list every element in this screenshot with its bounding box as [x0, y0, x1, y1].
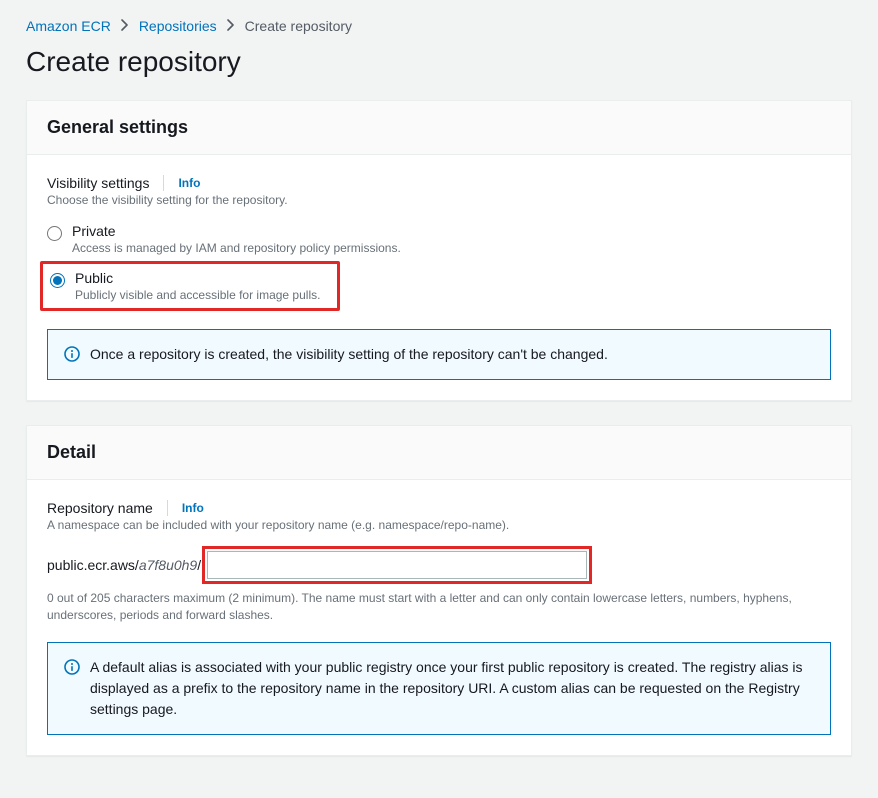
visibility-private-option[interactable]: Private Access is managed by IAM and rep… — [47, 217, 831, 261]
visibility-public-highlight: Public Publicly visible and accessible f… — [40, 261, 340, 311]
breadcrumb: Amazon ECR Repositories Create repositor… — [26, 18, 852, 34]
repo-prefix: public.ecr.aws/ — [47, 557, 139, 573]
repo-name-desc: A namespace can be included with your re… — [47, 518, 831, 532]
visibility-desc: Choose the visibility setting for the re… — [47, 193, 831, 207]
visibility-public-radio[interactable] — [50, 273, 65, 288]
info-icon — [64, 659, 80, 675]
visibility-private-label: Private — [72, 223, 116, 239]
detail-heading: Detail — [47, 442, 831, 463]
detail-alert-text: A default alias is associated with your … — [90, 657, 814, 720]
repo-name-input[interactable] — [207, 551, 587, 579]
visibility-alert: Once a repository is created, the visibi… — [47, 329, 831, 380]
repo-alias: a7f8u0h9 — [139, 557, 197, 573]
general-settings-heading: General settings — [47, 117, 831, 138]
visibility-public-label: Public — [75, 270, 113, 286]
visibility-private-desc: Access is managed by IAM and repository … — [72, 241, 401, 255]
visibility-public-option[interactable]: Public Publicly visible and accessible f… — [47, 266, 333, 306]
general-settings-panel: General settings Visibility settings Inf… — [26, 100, 852, 401]
page-title: Create repository — [26, 46, 852, 78]
breadcrumb-repositories[interactable]: Repositories — [139, 18, 217, 34]
divider — [163, 175, 164, 191]
info-icon — [64, 346, 80, 362]
breadcrumb-current: Create repository — [245, 18, 352, 34]
repo-name-label: Repository name — [47, 500, 153, 516]
detail-alert: A default alias is associated with your … — [47, 642, 831, 735]
repo-name-info-link[interactable]: Info — [182, 501, 204, 515]
repo-slash: / — [197, 557, 201, 573]
detail-header: Detail — [27, 426, 851, 480]
repo-name-input-highlight — [202, 546, 592, 584]
visibility-private-radio[interactable] — [47, 226, 62, 241]
detail-panel: Detail Repository name Info A namespace … — [26, 425, 852, 756]
repo-uri-row: public.ecr.aws/a7f8u0h9/ — [47, 546, 831, 584]
chevron-right-icon — [121, 18, 129, 34]
visibility-label: Visibility settings — [47, 175, 149, 191]
divider — [167, 500, 168, 516]
visibility-info-link[interactable]: Info — [178, 176, 200, 190]
breadcrumb-root[interactable]: Amazon ECR — [26, 18, 111, 34]
visibility-public-desc: Publicly visible and accessible for imag… — [75, 288, 320, 302]
repo-name-constraint: 0 out of 205 characters maximum (2 minim… — [47, 590, 831, 624]
chevron-right-icon — [227, 18, 235, 34]
visibility-alert-text: Once a repository is created, the visibi… — [90, 344, 608, 365]
general-settings-header: General settings — [27, 101, 851, 155]
